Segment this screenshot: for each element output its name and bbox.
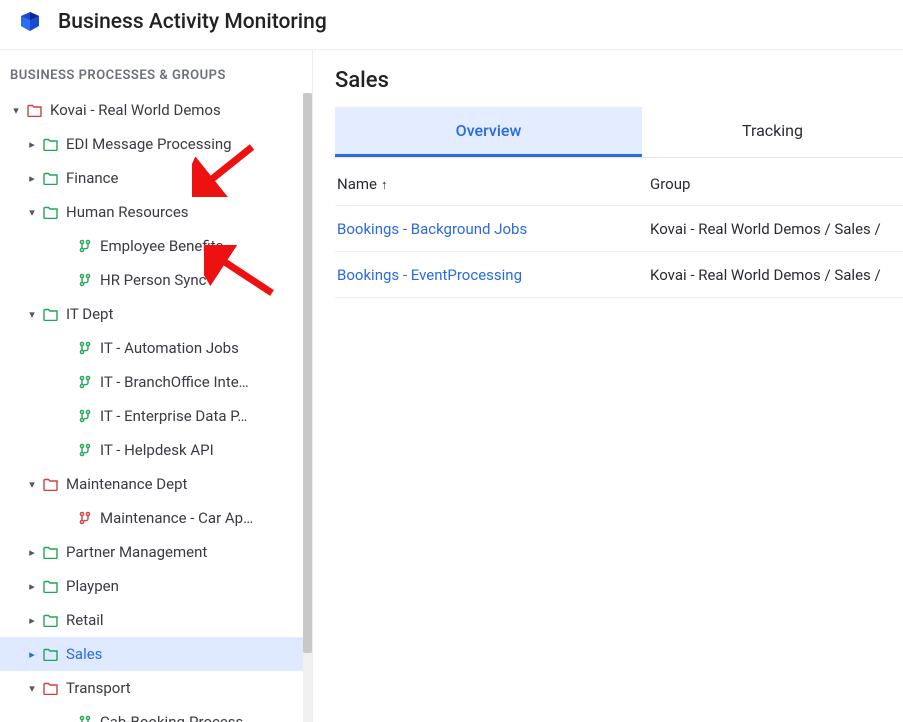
- tree-node-label: Playpen: [66, 577, 119, 595]
- app-logo-icon: [18, 10, 42, 34]
- main-title: Sales: [335, 68, 903, 93]
- tree-node-label: Partner Management: [66, 543, 207, 561]
- tree-node-label: IT - Helpdesk API: [100, 441, 214, 459]
- table-row: Bookings - EventProcessingKovai - Real W…: [335, 252, 903, 298]
- chevron-down-icon[interactable]: ▾: [26, 308, 38, 321]
- tree-node-label: Employee Benefits: [100, 237, 223, 255]
- chevron-right-icon[interactable]: ▸: [26, 172, 38, 185]
- tab-tracking[interactable]: Tracking: [642, 107, 903, 157]
- tree-node[interactable]: ▾ Kovai - Real World Demos: [0, 93, 312, 127]
- column-header-group[interactable]: Group: [650, 175, 903, 193]
- chevron-right-icon[interactable]: ▸: [26, 138, 38, 151]
- process-link[interactable]: Bookings - Background Jobs: [335, 220, 650, 238]
- process-icon: [76, 511, 94, 525]
- table-header: Name↑ Group: [335, 162, 903, 206]
- sidebar: BUSINESS PROCESSES & GROUPS ▾ Kovai - Rea…: [0, 50, 313, 722]
- tree-node-label: IT - BranchOffice Inte…: [100, 373, 249, 391]
- tree-node[interactable]: ▸ Playpen: [0, 569, 312, 603]
- tree-node[interactable]: ▸ Sales: [0, 637, 312, 671]
- tree-node[interactable]: IT - BranchOffice Inte…: [0, 365, 312, 399]
- tree-node-label: Cab-Booking-Process: [100, 713, 243, 722]
- tree-node[interactable]: ▸ Partner Management: [0, 535, 312, 569]
- tab-bar: OverviewTracking: [335, 107, 903, 158]
- tree-node-label: Transport: [66, 679, 131, 697]
- tree-node[interactable]: ▸ EDI Message Processing: [0, 127, 312, 161]
- folder-icon: [26, 103, 44, 117]
- folder-icon: [42, 307, 60, 321]
- process-icon: [76, 375, 94, 389]
- tree-node-label: Retail: [66, 611, 104, 629]
- tree-node[interactable]: Cab-Booking-Process: [0, 705, 312, 722]
- process-icon: [76, 715, 94, 722]
- tree-node-label: Maintenance Dept: [66, 475, 187, 493]
- folder-icon: [42, 579, 60, 593]
- tree-node-label: IT - Enterprise Data P…: [100, 407, 247, 425]
- tree-node[interactable]: ▾ Maintenance Dept: [0, 467, 312, 501]
- table-row: Bookings - Background JobsKovai - Real W…: [335, 206, 903, 252]
- tree-node[interactable]: ▾ Human Resources: [0, 195, 312, 229]
- tree-node-label: Human Resources: [66, 203, 189, 221]
- process-icon: [76, 409, 94, 423]
- top-bar: Business Activity Monitoring: [0, 0, 903, 50]
- chevron-down-icon[interactable]: ▾: [26, 478, 38, 491]
- process-icon: [76, 443, 94, 457]
- tree-node[interactable]: Employee Benefits: [0, 229, 312, 263]
- tree-node[interactable]: IT - Enterprise Data P…: [0, 399, 312, 433]
- sidebar-scrollbar[interactable]: [303, 93, 312, 722]
- folder-icon: [42, 477, 60, 491]
- chevron-right-icon[interactable]: ▸: [26, 546, 38, 559]
- chevron-right-icon[interactable]: ▸: [26, 648, 38, 661]
- sort-asc-icon: ↑: [381, 178, 388, 193]
- sidebar-section-title: BUSINESS PROCESSES & GROUPS: [0, 50, 312, 93]
- chevron-down-icon[interactable]: ▾: [26, 206, 38, 219]
- folder-icon: [42, 613, 60, 627]
- process-icon: [76, 273, 94, 287]
- folder-icon: [42, 137, 60, 151]
- tree-node-label: HR Person Sync: [100, 271, 207, 289]
- chevron-down-icon[interactable]: ▾: [10, 104, 22, 117]
- tree-node[interactable]: Maintenance - Car Ap…: [0, 501, 312, 535]
- tree-node[interactable]: ▾ IT Dept: [0, 297, 312, 331]
- folder-icon: [42, 205, 60, 219]
- tree-node[interactable]: HR Person Sync: [0, 263, 312, 297]
- tree-node-label: Sales: [66, 645, 102, 663]
- tree-node[interactable]: IT - Automation Jobs: [0, 331, 312, 365]
- chevron-down-icon[interactable]: ▾: [26, 682, 38, 695]
- tree-node-label: EDI Message Processing: [66, 135, 232, 153]
- process-icon: [76, 239, 94, 253]
- process-group: Kovai - Real World Demos / Sales /: [650, 220, 903, 238]
- folder-icon: [42, 171, 60, 185]
- folder-icon: [42, 647, 60, 661]
- main-panel: Sales OverviewTracking Name↑ Group Booki…: [313, 50, 903, 722]
- chevron-right-icon[interactable]: ▸: [26, 580, 38, 593]
- tree-node-label: Maintenance - Car Ap…: [100, 509, 253, 527]
- process-icon: [76, 341, 94, 355]
- folder-icon: [42, 545, 60, 559]
- tree-node[interactable]: IT - Helpdesk API: [0, 433, 312, 467]
- tree-node-label: Finance: [66, 169, 118, 187]
- tree-node-label: Kovai - Real World Demos: [50, 101, 221, 119]
- folder-icon: [42, 681, 60, 695]
- tab-overview[interactable]: Overview: [335, 107, 642, 157]
- tree-node[interactable]: ▾ Transport: [0, 671, 312, 705]
- process-tree: ▾ Kovai - Real World Demos ▸ EDI Message Pr…: [0, 93, 312, 722]
- process-group: Kovai - Real World Demos / Sales /: [650, 266, 903, 284]
- chevron-right-icon[interactable]: ▸: [26, 614, 38, 627]
- column-header-name[interactable]: Name↑: [335, 175, 650, 193]
- process-table: Name↑ Group Bookings - Background JobsKo…: [335, 162, 903, 298]
- page-title: Business Activity Monitoring: [58, 10, 327, 34]
- process-link[interactable]: Bookings - EventProcessing: [335, 266, 650, 284]
- tree-node[interactable]: ▸ Finance: [0, 161, 312, 195]
- tree-node[interactable]: ▸ Retail: [0, 603, 312, 637]
- tree-node-label: IT - Automation Jobs: [100, 339, 239, 357]
- tree-node-label: IT Dept: [66, 305, 113, 323]
